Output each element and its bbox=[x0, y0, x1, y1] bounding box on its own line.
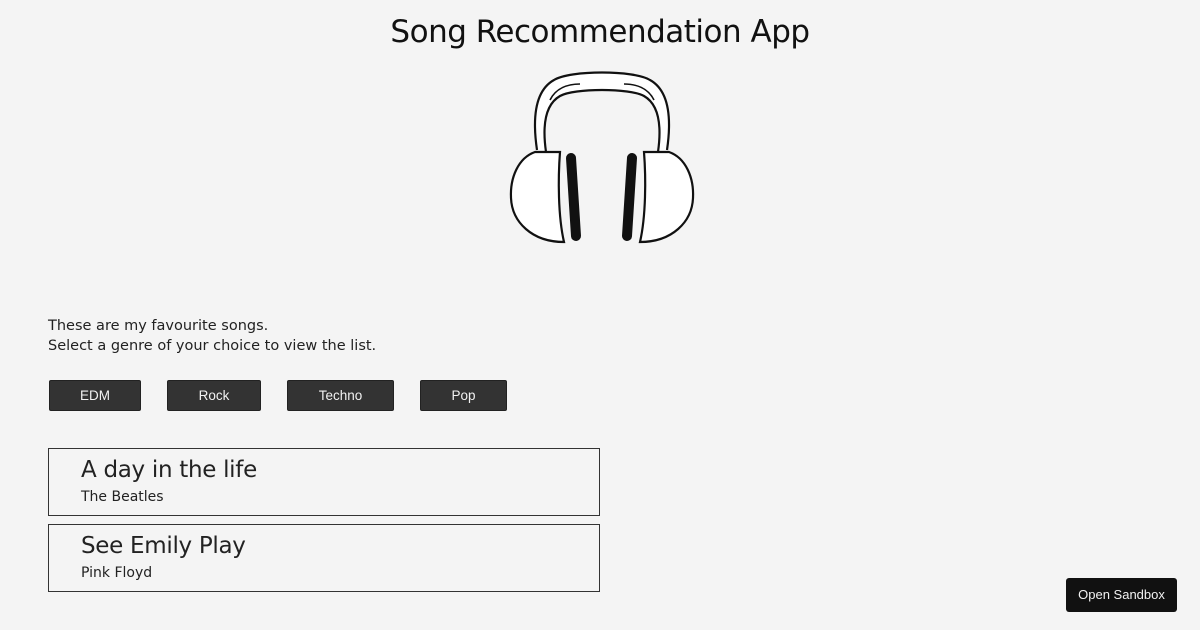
genre-button-edm[interactable]: EDM bbox=[49, 380, 141, 411]
genre-button-rock[interactable]: Rock bbox=[167, 380, 261, 411]
song-title: See Emily Play bbox=[81, 533, 246, 559]
song-artist: The Beatles bbox=[81, 489, 164, 505]
intro-line-2: Select a genre of your choice to view th… bbox=[48, 338, 377, 354]
song-title: A day in the life bbox=[81, 457, 257, 483]
intro-line-1: These are my favourite songs. bbox=[48, 318, 269, 334]
genre-button-pop[interactable]: Pop bbox=[420, 380, 507, 411]
open-sandbox-button[interactable]: Open Sandbox bbox=[1066, 578, 1177, 612]
page-title: Song Recommendation App bbox=[390, 14, 810, 50]
genre-button-techno[interactable]: Techno bbox=[287, 380, 394, 411]
intro-text: These are my favourite songs. Select a g… bbox=[48, 316, 376, 356]
app-page: Song Recommendation App These are my fav… bbox=[0, 0, 1200, 630]
song-artist: Pink Floyd bbox=[81, 565, 153, 581]
song-card: See Emily Play Pink Floyd bbox=[48, 524, 600, 592]
headphones-icon bbox=[509, 71, 695, 244]
song-card: A day in the life The Beatles bbox=[48, 448, 600, 516]
